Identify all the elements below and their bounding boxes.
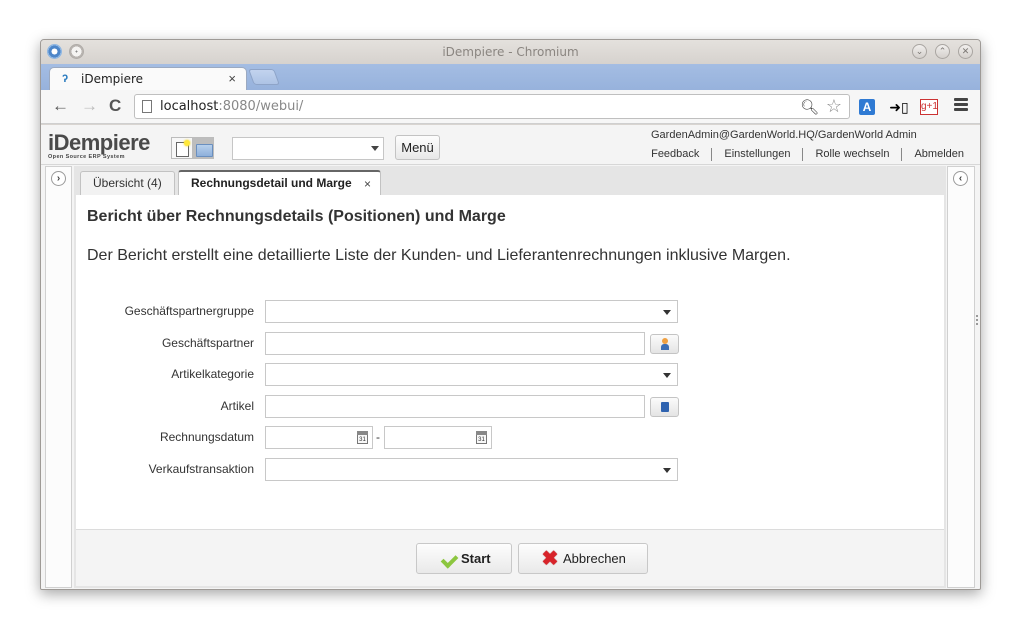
idempiere-app: iDempiere Open Source ERP System Menü Ga… bbox=[41, 125, 980, 589]
chevron-down-icon[interactable] bbox=[663, 310, 671, 315]
browser-tab-label: iDempiere bbox=[81, 72, 144, 86]
user-info: GardenAdmin@GardenWorld.HQ/GardenWorld A… bbox=[651, 129, 917, 141]
new-record-icon[interactable] bbox=[171, 137, 193, 159]
bp-group-label: Geschäftspartnergruppe bbox=[124, 304, 254, 318]
invoice-date-from-field[interactable]: 31 bbox=[265, 426, 373, 449]
idempiere-logo: iDempiere Open Source ERP System bbox=[48, 130, 150, 161]
menu-button[interactable]: Menü bbox=[395, 135, 440, 160]
cancel-button[interactable]: ✖ Abbrechen bbox=[518, 543, 648, 574]
browser-tab-close-icon[interactable]: × bbox=[228, 71, 236, 86]
bp-search-button[interactable] bbox=[650, 334, 679, 354]
report-title: Bericht über Rechnungsdetails (Positione… bbox=[87, 208, 506, 225]
product-input[interactable] bbox=[265, 395, 645, 418]
sales-transaction-combobox[interactable] bbox=[265, 458, 678, 481]
product-category-label: Artikelkategorie bbox=[171, 367, 254, 381]
bp-input[interactable] bbox=[265, 332, 645, 355]
expand-east-panel-button[interactable]: ‹ bbox=[953, 171, 968, 186]
product-label: Artikel bbox=[220, 399, 254, 413]
splitter-handle[interactable] bbox=[976, 315, 979, 327]
report-parameter-panel: Bericht über Rechnungsdetails (Positione… bbox=[76, 195, 944, 529]
invoice-date-label: Rechnungsdatum bbox=[159, 430, 254, 444]
form-row-bp: Geschäftspartner bbox=[76, 332, 944, 356]
sales-transaction-label: Verkaufstransaktion bbox=[148, 462, 254, 476]
checkmark-icon bbox=[439, 553, 455, 565]
start-button-label: Start bbox=[461, 551, 491, 566]
window-tabs: Übersicht (4) Rechnungsdetail und Marge … bbox=[74, 166, 946, 195]
feedback-link[interactable]: Feedback bbox=[639, 148, 711, 161]
maximize-button[interactable]: ⌃ bbox=[935, 44, 950, 59]
bp-label: Geschäftspartner bbox=[161, 336, 254, 350]
forward-button[interactable]: → bbox=[81, 96, 98, 116]
tab-invoice-detail-margin[interactable]: Rechnungsdetail und Marge × bbox=[178, 170, 381, 195]
google-plus-one-icon[interactable]: g+1 bbox=[920, 99, 938, 115]
browser-window: iDempiere - Chromium ⌄ ⌃ ✕ ʔ iDempiere ×… bbox=[40, 39, 981, 590]
west-panel: › bbox=[45, 166, 72, 588]
app-header: iDempiere Open Source ERP System Menü Ga… bbox=[41, 125, 980, 165]
browser-tab-idempiere[interactable]: ʔ iDempiere × bbox=[49, 67, 247, 90]
business-partner-icon bbox=[661, 338, 669, 350]
browser-tab-strip: ʔ iDempiere × bbox=[41, 64, 980, 90]
center-panel: Übersicht (4) Rechnungsdetail und Marge … bbox=[74, 166, 946, 588]
page-icon bbox=[142, 100, 152, 113]
tab-invoice-detail-margin-label: Rechnungsdetail und Marge bbox=[191, 176, 352, 190]
new-tab-button[interactable] bbox=[248, 69, 280, 85]
tab-overview-label: Übersicht (4) bbox=[93, 176, 162, 190]
close-window-button[interactable]: ✕ bbox=[958, 44, 973, 59]
reload-button[interactable]: C bbox=[109, 96, 121, 116]
form-row-product: Artikel bbox=[76, 395, 944, 419]
form-row-invoice-date: Rechnungsdatum 31 - 31 bbox=[76, 426, 944, 450]
window-title: iDempiere - Chromium bbox=[442, 45, 579, 59]
bookmark-star-icon[interactable]: ☆ bbox=[826, 96, 842, 117]
east-panel: ‹ bbox=[947, 166, 975, 588]
product-category-combobox[interactable] bbox=[265, 363, 678, 386]
form-row-sales-transaction: Verkaufstransaktion bbox=[76, 458, 944, 482]
cancel-button-label: Abbrechen bbox=[563, 551, 626, 566]
bp-group-combobox[interactable] bbox=[265, 300, 678, 323]
product-search-button[interactable] bbox=[650, 397, 679, 417]
preferences-link[interactable]: Einstellungen bbox=[711, 148, 802, 161]
calendar-icon[interactable]: 31 bbox=[357, 431, 368, 444]
cancel-x-icon: ✖ bbox=[541, 548, 559, 570]
global-search-combobox[interactable] bbox=[232, 137, 384, 160]
calendar-icon[interactable]: 31 bbox=[476, 431, 487, 444]
report-description: Der Bericht erstellt eine detaillierte L… bbox=[87, 247, 791, 264]
back-button[interactable]: ← bbox=[52, 96, 69, 116]
chevron-down-icon[interactable] bbox=[663, 468, 671, 473]
logout-link[interactable]: Abmelden bbox=[901, 148, 964, 161]
expand-west-panel-button[interactable]: › bbox=[51, 171, 66, 186]
chevron-down-icon[interactable] bbox=[371, 146, 379, 151]
start-button[interactable]: Start bbox=[416, 543, 512, 574]
chevron-down-icon[interactable] bbox=[663, 373, 671, 378]
invoice-date-to-field[interactable]: 31 bbox=[384, 426, 492, 449]
tab-overview[interactable]: Übersicht (4) bbox=[80, 171, 175, 195]
date-range-separator: - bbox=[376, 430, 380, 444]
close-tab-icon[interactable]: × bbox=[364, 173, 371, 195]
zoom-icon[interactable]: 🔍︎ bbox=[800, 98, 819, 116]
form-row-product-category: Artikelkategorie bbox=[76, 363, 944, 387]
address-bar[interactable]: localhost:8080/webui/ 🔍︎ ☆ bbox=[134, 94, 850, 119]
url-text: localhost:8080/webui/ bbox=[160, 99, 304, 114]
idempiere-favicon: ʔ bbox=[62, 73, 69, 85]
translate-icon[interactable]: A bbox=[859, 99, 875, 115]
menu-icon[interactable] bbox=[954, 98, 968, 112]
header-links: Feedback Einstellungen Rolle wechseln Ab… bbox=[639, 148, 964, 161]
change-role-link[interactable]: Rolle wechseln bbox=[802, 148, 901, 161]
report-footer: Start ✖ Abbrechen bbox=[76, 529, 944, 586]
browser-toolbar: ← → C localhost:8080/webui/ 🔍︎ ☆ A ➜▯ g+… bbox=[41, 90, 980, 124]
open-folder-icon[interactable] bbox=[192, 137, 214, 159]
form-row-bp-group: Geschäftspartnergruppe bbox=[76, 300, 944, 324]
title-bar: iDempiere - Chromium ⌄ ⌃ ✕ bbox=[41, 40, 980, 64]
minimize-button[interactable]: ⌄ bbox=[912, 44, 927, 59]
send-to-phone-icon[interactable]: ➜▯ bbox=[889, 97, 909, 117]
product-icon bbox=[661, 402, 669, 412]
